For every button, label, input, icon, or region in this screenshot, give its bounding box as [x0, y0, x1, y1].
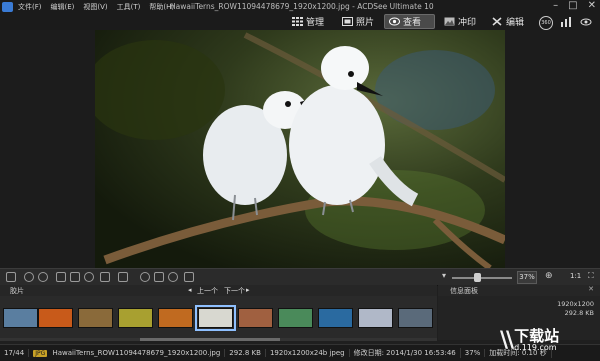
edit-icon [492, 17, 502, 26]
site-watermark: \\ 下载站 d.119.com [500, 320, 600, 360]
mode-label: 管理 [306, 18, 325, 28]
mode-manage-button[interactable]: 管理 [288, 14, 328, 29]
close-button[interactable]: ✕ [588, 0, 596, 11]
zoom-value[interactable]: 37% [517, 271, 537, 284]
status-dimensions: 1920x1200x24b jpeg [266, 349, 350, 357]
viewer-toolbar: ▾ 37% ⊕ 1:1 ⛶ [0, 268, 600, 286]
thumbnail-selected[interactable] [195, 305, 236, 331]
filmstrip-header: 胶片 [0, 285, 437, 296]
main-photo-view[interactable] [95, 30, 505, 268]
eye-icon [389, 17, 400, 26]
thumbnail[interactable] [78, 308, 113, 328]
thumbnail[interactable] [158, 308, 193, 328]
status-zoom: 37% [461, 349, 486, 357]
zoom-slider[interactable] [452, 277, 512, 279]
next-arrow-icon[interactable]: ▸ [246, 286, 250, 294]
thumbnail[interactable] [238, 308, 273, 328]
watermark-cn-text: 下载站 [514, 326, 560, 345]
actual-size-button[interactable]: 1:1 [570, 272, 581, 280]
thumbnail[interactable] [398, 308, 433, 328]
menu-tools[interactable]: 工具(T) [117, 2, 141, 12]
select-tool-icon[interactable] [70, 272, 80, 282]
next-button[interactable]: 下一个 [224, 286, 245, 296]
hand-tool-icon[interactable] [56, 272, 66, 282]
eye-settings-icon[interactable] [580, 16, 592, 28]
thumbnail[interactable] [318, 308, 353, 328]
fullscreen-icon[interactable]: ⛶ [588, 271, 594, 281]
play-icon[interactable] [140, 272, 150, 282]
status-index: 17/44 [0, 349, 30, 357]
prev-button[interactable]: 上一个 [197, 286, 218, 296]
status-modified: 修改日期: 2014/1/30 16:53:46 [350, 348, 461, 358]
menu-edit[interactable]: 编辑(E) [51, 2, 75, 12]
crop-tool-icon[interactable] [100, 272, 110, 282]
settings-icon[interactable] [118, 272, 128, 282]
filmstrip-title: 胶片 [10, 287, 24, 295]
app-logo-icon [2, 1, 13, 12]
viewer-margin-right [505, 30, 600, 268]
grid-icon [292, 17, 303, 26]
rotate-left-icon[interactable] [24, 272, 34, 282]
window-controls: – □ ✕ [553, 0, 596, 11]
mode-label: 照片 [356, 18, 375, 28]
minimize-button[interactable]: – [553, 0, 558, 11]
clock-icon[interactable] [168, 272, 178, 282]
filmstrip-scroll-thumb[interactable] [140, 338, 280, 341]
panel-close-icon[interactable]: ✕ [588, 285, 594, 293]
mode-label: 编辑 [506, 18, 525, 28]
thumbnail[interactable] [3, 308, 38, 328]
watermark-en-text: d.119.com [514, 342, 557, 352]
status-size: 292.8 KB [225, 349, 266, 357]
filmstrip [0, 296, 437, 340]
status-filename: HawaiiTerns_ROW11094478679_1920x1200.jpg [52, 349, 221, 357]
fit-icon[interactable]: ⊕ [545, 271, 553, 281]
rotate-right-icon[interactable] [38, 272, 48, 282]
develop-icon [444, 17, 455, 26]
more-icon[interactable] [184, 272, 194, 282]
watermark-logo-icon: \\ [500, 327, 514, 353]
mode-label: 查看 [403, 18, 422, 28]
title-bar: 文件(F) 编辑(E) 视图(V) 工具(T) 帮助(H) HawaiiTern… [0, 0, 600, 13]
menu-file[interactable]: 文件(F) [18, 2, 42, 12]
zoom-tool-icon[interactable] [84, 272, 94, 282]
photo-icon [342, 17, 353, 26]
viewer-margin-left [0, 30, 95, 268]
360-icon[interactable]: 360 [539, 16, 553, 30]
stats-icon[interactable] [560, 16, 572, 28]
info-panel-header: 信息面板 ✕ [438, 285, 600, 296]
mode-develop-button[interactable]: 冲印 [440, 14, 480, 29]
mode-photos-button[interactable]: 照片 [338, 14, 378, 29]
thumbnail[interactable] [118, 308, 153, 328]
mode-label: 冲印 [458, 18, 477, 28]
prev-arrow-icon[interactable]: ◂ [188, 286, 192, 294]
file-type-badge: JPG [33, 350, 48, 357]
mode-edit-button[interactable]: 编辑 [488, 14, 528, 29]
info-panel-title: 信息面板 [450, 287, 478, 295]
save-icon[interactable] [6, 272, 16, 282]
zoom-slider-handle[interactable] [474, 273, 481, 282]
menu-view[interactable]: 视图(V) [83, 2, 107, 12]
thumbnail[interactable] [278, 308, 313, 328]
status-file: JPG HawaiiTerns_ROW11094478679_1920x1200… [29, 349, 226, 357]
slideshow-icon[interactable] [154, 272, 164, 282]
info-dimensions: 1920x1200 [557, 300, 594, 308]
info-filesize: 292.8 KB [564, 309, 594, 317]
mode-view-button[interactable]: 查看 [384, 14, 435, 29]
thumbnail[interactable] [38, 308, 73, 328]
zoom-dropdown-icon[interactable]: ▾ [442, 271, 446, 280]
maximize-button[interactable]: □ [568, 0, 577, 11]
terns-photo [95, 30, 505, 268]
thumbnail[interactable] [358, 308, 393, 328]
mode-bar: 管理 照片 查看 冲印 编辑 360 [0, 13, 600, 30]
window-title: HawaiiTerns_ROW11094478679_1920x1200.jpg… [170, 2, 434, 11]
